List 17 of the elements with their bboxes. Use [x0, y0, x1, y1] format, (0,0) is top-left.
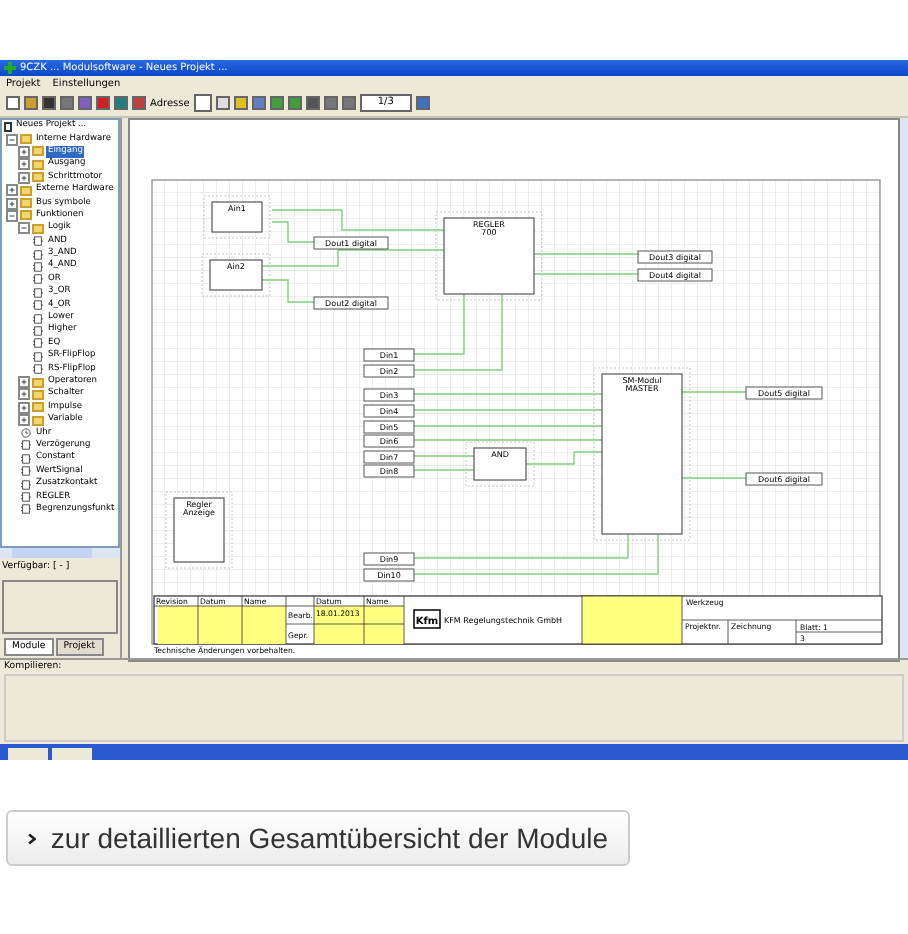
expander-icon[interactable]: [18, 158, 30, 171]
expander-icon[interactable]: [18, 414, 30, 427]
revision-cells: [158, 606, 287, 644]
overview-button[interactable]: zur detaillierten Gesamtübersicht der Module: [6, 810, 630, 866]
expander-icon[interactable]: [6, 197, 18, 210]
expander-icon[interactable]: [18, 388, 30, 401]
clock-icon: [20, 428, 32, 439]
address-field[interactable]: [193, 94, 212, 112]
expander-icon[interactable]: [18, 145, 30, 158]
expander-icon[interactable]: [6, 184, 18, 197]
expander-icon[interactable]: [18, 171, 30, 184]
expander-icon[interactable]: [18, 376, 30, 388]
expander-icon[interactable]: [18, 222, 30, 235]
expander-icon[interactable]: [6, 133, 18, 146]
toolbar-icon[interactable]: [415, 96, 430, 110]
app-icon: [4, 62, 16, 74]
expander-icon[interactable]: [18, 401, 30, 414]
